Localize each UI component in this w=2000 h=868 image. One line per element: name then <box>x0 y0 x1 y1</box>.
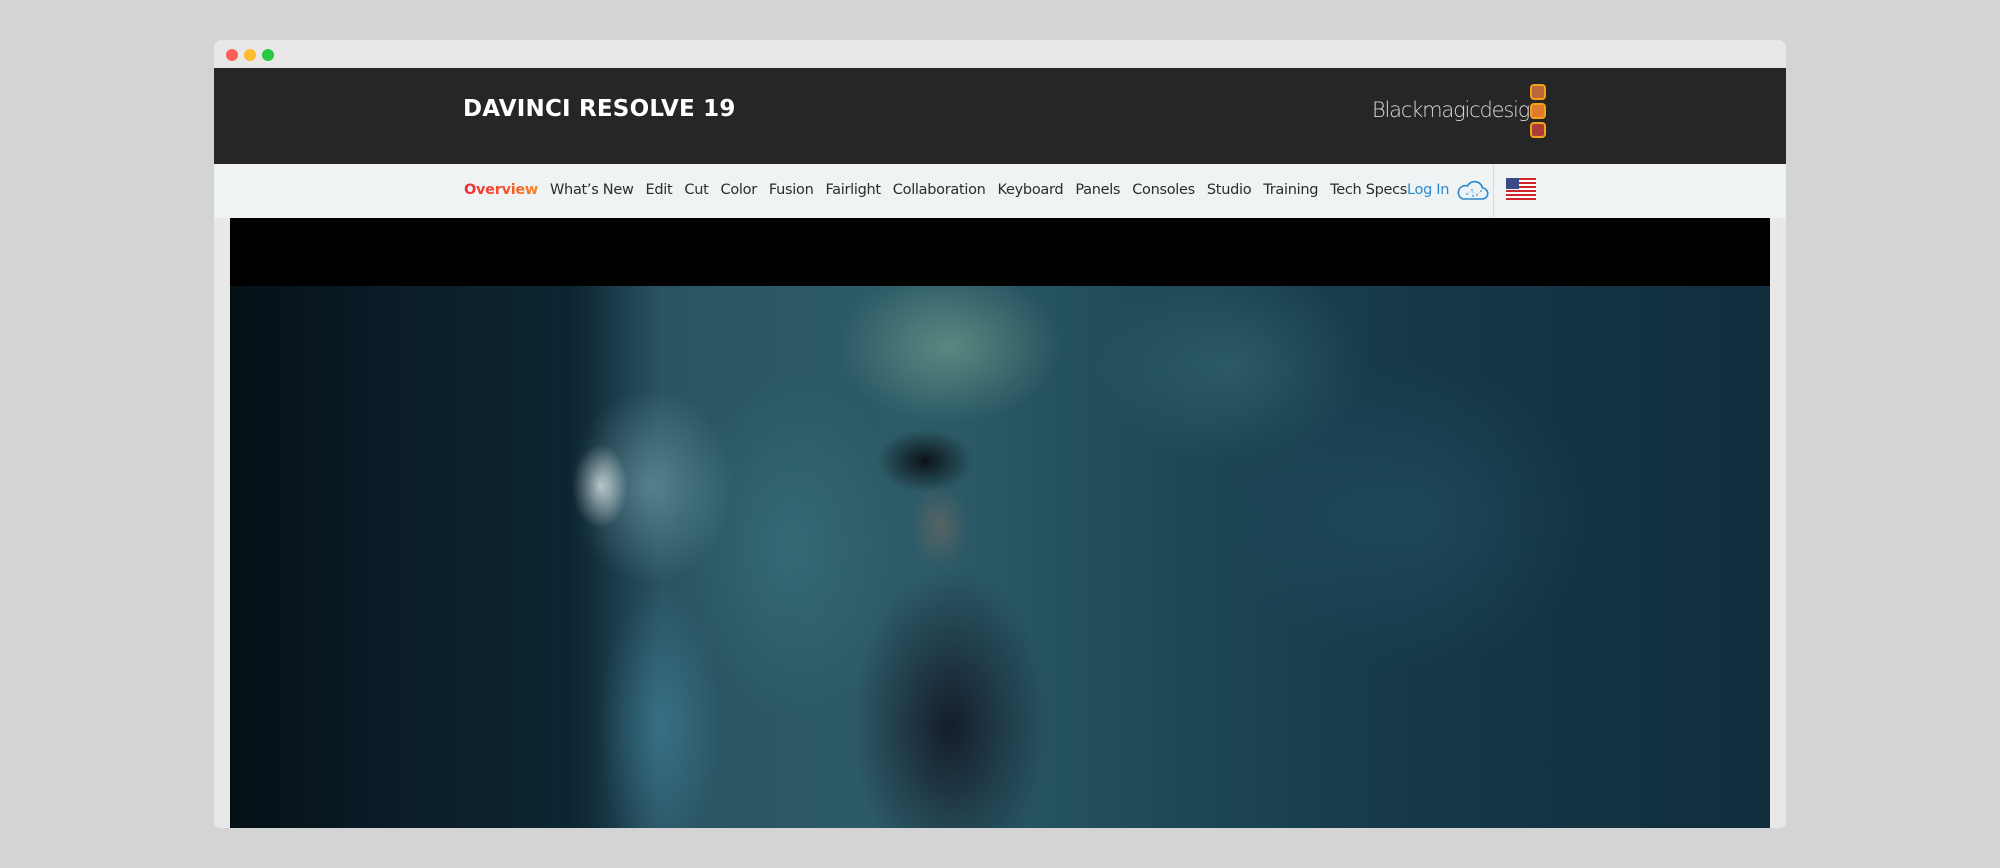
hero-figure <box>830 406 1070 828</box>
cloud-icon <box>1457 180 1489 200</box>
blackmagic-design-logo[interactable]: Blackmagicdesign <box>1372 84 1546 144</box>
product-title[interactable]: DAVINCI RESOLVE 19 <box>463 96 736 122</box>
nav-item-edit[interactable]: Edit <box>646 182 673 198</box>
hero-letterbox <box>230 218 1770 286</box>
hero-tree-trunk <box>230 286 610 828</box>
us-flag-icon[interactable] <box>1506 178 1536 200</box>
nav-item-studio[interactable]: Studio <box>1207 182 1252 198</box>
login-label: Log In <box>1407 182 1450 198</box>
hero-image <box>230 286 1770 828</box>
login-link[interactable]: Log In <box>1407 178 1489 202</box>
nav-item-fairlight[interactable]: Fairlight <box>825 182 881 198</box>
nav-item-keyboard[interactable]: Keyboard <box>998 182 1064 198</box>
maximize-window-button[interactable] <box>262 49 274 61</box>
nav-item-cut[interactable]: Cut <box>684 182 708 198</box>
nav-item-tech-specs[interactable]: Tech Specs <box>1330 182 1407 198</box>
brand-square-icon <box>1530 122 1546 138</box>
nav-item-whats-new[interactable]: What’s New <box>550 182 634 198</box>
nav-item-consoles[interactable]: Consoles <box>1132 182 1195 198</box>
minimize-window-button[interactable] <box>244 49 256 61</box>
nav-item-fusion[interactable]: Fusion <box>769 182 814 198</box>
product-nav: Overview What’s New Edit Cut Color Fusio… <box>214 164 1786 218</box>
browser-window: DAVINCI RESOLVE 19 Blackmagicdesign Over… <box>214 40 1786 828</box>
brand-square-icon <box>1530 84 1546 100</box>
nav-item-collaboration[interactable]: Collaboration <box>893 182 986 198</box>
nav-items: Overview What’s New Edit Cut Color Fusio… <box>464 182 1419 198</box>
nav-item-panels[interactable]: Panels <box>1075 182 1120 198</box>
title-bar <box>214 40 1786 68</box>
nav-item-overview[interactable]: Overview <box>464 182 538 198</box>
close-window-button[interactable] <box>226 49 238 61</box>
nav-divider <box>1493 164 1494 218</box>
hero-media <box>230 218 1770 828</box>
brand-wordmark: Blackmagicdesign <box>1372 98 1542 122</box>
nav-item-training[interactable]: Training <box>1263 182 1318 198</box>
brand-square-icon <box>1530 103 1546 119</box>
nav-item-color[interactable]: Color <box>721 182 758 198</box>
brand-squares-icon <box>1530 84 1546 141</box>
site-header: DAVINCI RESOLVE 19 Blackmagicdesign <box>214 68 1786 164</box>
